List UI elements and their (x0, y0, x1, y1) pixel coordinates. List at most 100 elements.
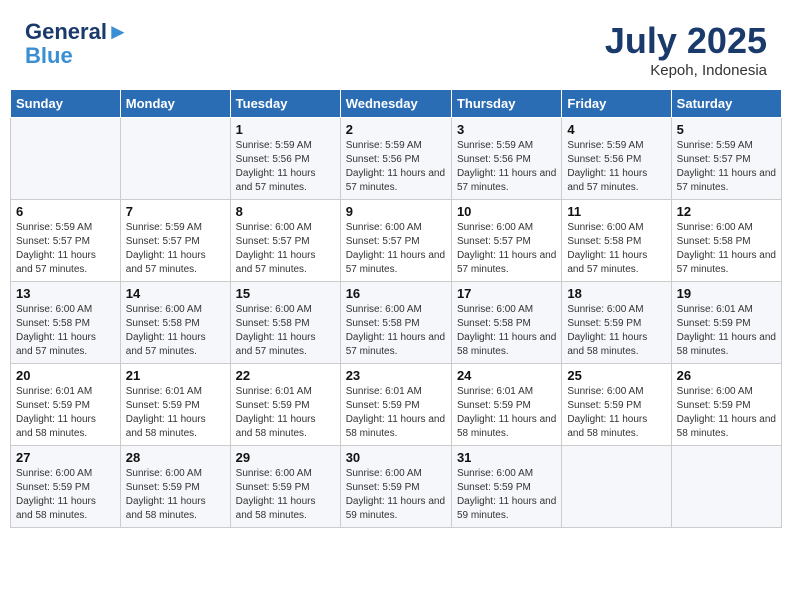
calendar-day-23: 23Sunrise: 6:01 AM Sunset: 5:59 PM Dayli… (340, 364, 451, 446)
day-info: Sunrise: 6:01 AM Sunset: 5:59 PM Dayligh… (346, 385, 446, 441)
day-number: 16 (346, 286, 446, 301)
calendar-day-18: 18 Sunrise: 6:00 AM Sunset: 5:59 PM Dayli… (562, 282, 671, 364)
calendar-day-2: 2 Sunrise: 5:59 AM Sunset: 5:56 PM Daylig… (340, 118, 451, 200)
calendar-empty (11, 118, 121, 200)
day-number: 30 (346, 450, 446, 465)
day-number: 18 (567, 286, 665, 301)
page-header: General► Blue July 2025 Kepoh, Indonesia (10, 10, 782, 84)
calendar-day-16: 16 Sunrise: 6:00 AM Sunset: 5:58 PM Dayli… (340, 282, 451, 364)
day-number: 10 (457, 204, 556, 219)
day-number: 31 (457, 450, 556, 465)
logo-text: General► (25, 20, 129, 44)
calendar-day-19: 19 Sunrise: 6:01 AM Sunset: 5:59 PM Dayli… (671, 282, 781, 364)
calendar-day-28: 28 Sunrise: 6:00 AM Sunset: 5:59 PM Dayli… (120, 446, 230, 528)
calendar-week-2: 6 Sunrise: 5:59 AM Sunset: 5:57 PM Daylig… (11, 200, 782, 282)
calendar-day-27: 27 Sunrise: 6:00 AM Sunset: 5:59 PM Dayli… (11, 446, 121, 528)
day-number: 1 (236, 122, 335, 137)
day-info: Sunrise: 5:59 AM Sunset: 5:56 PM Dayligh… (346, 139, 446, 195)
day-info: Sunrise: 6:01 AM Sunset: 5:59 PM Dayligh… (457, 385, 556, 441)
calendar-day-21: 21 Sunrise: 6:01 AM Sunset: 5:59 PM Dayli… (120, 364, 230, 446)
calendar-day-7: 7 Sunrise: 5:59 AM Sunset: 5:57 PM Daylig… (120, 200, 230, 282)
day-info: Sunrise: 6:00 AM Sunset: 5:58 PM Dayligh… (677, 221, 776, 277)
calendar-empty (120, 118, 230, 200)
day-info: Sunrise: 6:00 AM Sunset: 5:57 PM Dayligh… (346, 221, 446, 277)
calendar-day-9: 9 Sunrise: 6:00 AM Sunset: 5:57 PM Daylig… (340, 200, 451, 282)
title-block: July 2025 Kepoh, Indonesia (605, 20, 767, 79)
day-info: Sunrise: 6:00 AM Sunset: 5:59 PM Dayligh… (567, 303, 665, 359)
weekday-header-sunday: Sunday (11, 90, 121, 118)
day-info: Sunrise: 5:59 AM Sunset: 5:57 PM Dayligh… (677, 139, 776, 195)
day-number: 15 (236, 286, 335, 301)
day-info: Sunrise: 6:00 AM Sunset: 5:59 PM Dayligh… (677, 385, 776, 441)
calendar-day-30: 30 Sunrise: 6:00 AM Sunset: 5:59 PM Dayli… (340, 446, 451, 528)
day-info: Sunrise: 6:01 AM Sunset: 5:59 PM Dayligh… (16, 385, 115, 441)
day-number: 21 (126, 368, 225, 383)
day-number: 7 (126, 204, 225, 219)
day-info: Sunrise: 6:00 AM Sunset: 5:59 PM Dayligh… (16, 467, 115, 523)
weekday-header-wednesday: Wednesday (340, 90, 451, 118)
calendar-day-20: 20Sunrise: 6:01 AM Sunset: 5:59 PM Dayli… (11, 364, 121, 446)
weekday-header-friday: Friday (562, 90, 671, 118)
calendar-week-5: 27 Sunrise: 6:00 AM Sunset: 5:59 PM Dayli… (11, 446, 782, 528)
calendar-day-31: 31 Sunrise: 6:00 AM Sunset: 5:59 PM Dayli… (451, 446, 561, 528)
calendar-day-13: 13 Sunrise: 6:00 AM Sunset: 5:58 PM Dayli… (11, 282, 121, 364)
day-info: Sunrise: 5:59 AM Sunset: 5:57 PM Dayligh… (16, 221, 115, 277)
calendar-day-6: 6 Sunrise: 5:59 AM Sunset: 5:57 PM Daylig… (11, 200, 121, 282)
calendar-day-1: 1 Sunrise: 5:59 AM Sunset: 5:56 PM Daylig… (230, 118, 340, 200)
day-number: 2 (346, 122, 446, 137)
day-number: 28 (126, 450, 225, 465)
day-number: 14 (126, 286, 225, 301)
calendar-day-12: 12 Sunrise: 6:00 AM Sunset: 5:58 PM Dayli… (671, 200, 781, 282)
location: Kepoh, Indonesia (605, 62, 767, 79)
day-info: Sunrise: 6:00 AM Sunset: 5:58 PM Dayligh… (346, 303, 446, 359)
day-info: Sunrise: 6:00 AM Sunset: 5:58 PM Dayligh… (236, 303, 335, 359)
day-number: 24 (457, 368, 556, 383)
day-info: Sunrise: 6:00 AM Sunset: 5:58 PM Dayligh… (16, 303, 115, 359)
weekday-header-monday: Monday (120, 90, 230, 118)
calendar-day-25: 25Sunrise: 6:00 AM Sunset: 5:59 PM Dayli… (562, 364, 671, 446)
weekday-header-tuesday: Tuesday (230, 90, 340, 118)
calendar-day-5: 5 Sunrise: 5:59 AM Sunset: 5:57 PM Daylig… (671, 118, 781, 200)
day-info: Sunrise: 5:59 AM Sunset: 5:56 PM Dayligh… (457, 139, 556, 195)
day-number: 19 (677, 286, 776, 301)
day-info: Sunrise: 5:59 AM Sunset: 5:56 PM Dayligh… (236, 139, 335, 195)
day-info: Sunrise: 6:01 AM Sunset: 5:59 PM Dayligh… (236, 385, 335, 441)
weekday-header-row: SundayMondayTuesdayWednesdayThursdayFrid… (11, 90, 782, 118)
day-info: Sunrise: 6:01 AM Sunset: 5:59 PM Dayligh… (677, 303, 776, 359)
day-info: Sunrise: 6:00 AM Sunset: 5:59 PM Dayligh… (346, 467, 446, 523)
day-number: 12 (677, 204, 776, 219)
day-info: Sunrise: 6:00 AM Sunset: 5:59 PM Dayligh… (126, 467, 225, 523)
day-number: 6 (16, 204, 115, 219)
day-info: Sunrise: 5:59 AM Sunset: 5:56 PM Dayligh… (567, 139, 665, 195)
day-number: 11 (567, 204, 665, 219)
calendar-day-10: 10 Sunrise: 6:00 AM Sunset: 5:57 PM Dayli… (451, 200, 561, 282)
logo: General► Blue (25, 20, 129, 68)
day-number: 9 (346, 204, 446, 219)
calendar-day-22: 22 Sunrise: 6:01 AM Sunset: 5:59 PM Dayli… (230, 364, 340, 446)
day-info: Sunrise: 6:00 AM Sunset: 5:57 PM Dayligh… (236, 221, 335, 277)
day-number: 25 (567, 368, 665, 383)
month-year: July 2025 (605, 20, 767, 62)
day-number: 29 (236, 450, 335, 465)
day-number: 8 (236, 204, 335, 219)
day-info: Sunrise: 6:00 AM Sunset: 5:59 PM Dayligh… (457, 467, 556, 523)
calendar-day-17: 17Sunrise: 6:00 AM Sunset: 5:58 PM Dayli… (451, 282, 561, 364)
calendar-day-11: 11 Sunrise: 6:00 AM Sunset: 5:58 PM Dayli… (562, 200, 671, 282)
calendar-empty (671, 446, 781, 528)
calendar-day-3: 3Sunrise: 5:59 AM Sunset: 5:56 PM Daylig… (451, 118, 561, 200)
day-number: 27 (16, 450, 115, 465)
day-info: Sunrise: 6:01 AM Sunset: 5:59 PM Dayligh… (126, 385, 225, 441)
day-number: 5 (677, 122, 776, 137)
calendar-day-14: 14Sunrise: 6:00 AM Sunset: 5:58 PM Dayli… (120, 282, 230, 364)
calendar-day-26: 26Sunrise: 6:00 AM Sunset: 5:59 PM Dayli… (671, 364, 781, 446)
day-number: 22 (236, 368, 335, 383)
calendar-day-29: 29 Sunrise: 6:00 AM Sunset: 5:59 PM Dayli… (230, 446, 340, 528)
day-info: Sunrise: 5:59 AM Sunset: 5:57 PM Dayligh… (126, 221, 225, 277)
day-info: Sunrise: 6:00 AM Sunset: 5:59 PM Dayligh… (236, 467, 335, 523)
day-number: 13 (16, 286, 115, 301)
day-info: Sunrise: 6:00 AM Sunset: 5:57 PM Dayligh… (457, 221, 556, 277)
day-info: Sunrise: 6:00 AM Sunset: 5:58 PM Dayligh… (567, 221, 665, 277)
calendar-day-8: 8 Sunrise: 6:00 AM Sunset: 5:57 PM Daylig… (230, 200, 340, 282)
weekday-header-thursday: Thursday (451, 90, 561, 118)
calendar-day-15: 15 Sunrise: 6:00 AM Sunset: 5:58 PM Dayli… (230, 282, 340, 364)
